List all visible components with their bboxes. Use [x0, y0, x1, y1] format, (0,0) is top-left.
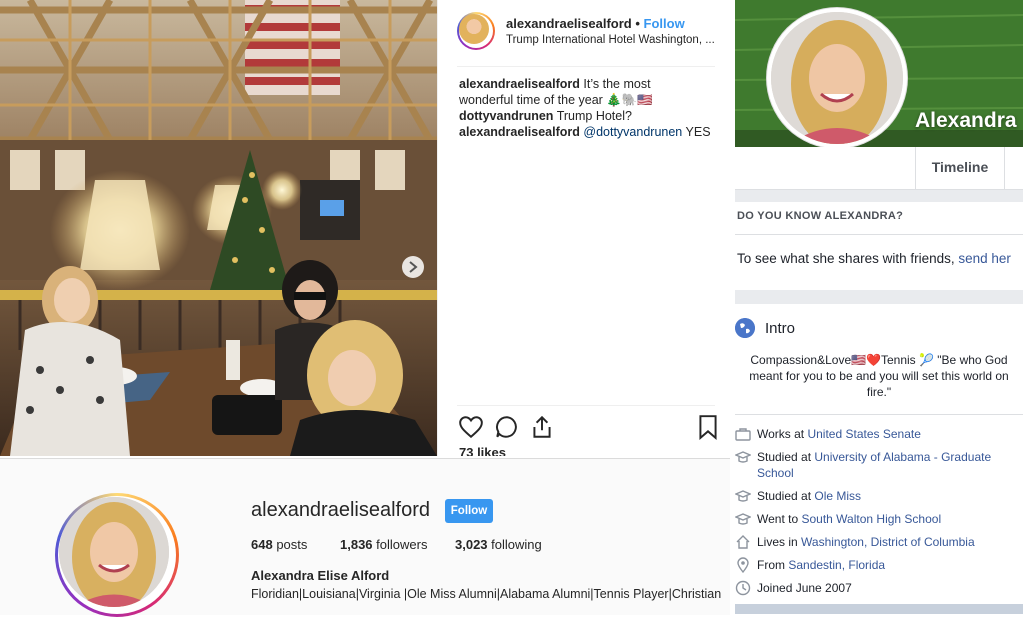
- followers-stat[interactable]: 1,836 followers: [340, 537, 427, 552]
- detail-link[interactable]: Ole Miss: [814, 489, 861, 503]
- graduation-cap-icon: [735, 490, 751, 502]
- profile-bio: Floridian|Louisiana|Virginia |Ole Miss A…: [251, 587, 722, 601]
- likes-count[interactable]: 73 likes: [459, 446, 506, 456]
- comment-text: YES: [685, 125, 711, 139]
- post-photo[interactable]: [0, 0, 437, 456]
- intro-title: Intro: [765, 320, 796, 337]
- detail-prefix: Studied at: [757, 489, 815, 503]
- comment-username[interactable]: alexandraelisealford: [459, 125, 580, 139]
- comment-mention[interactable]: @dottyvandrunen: [583, 125, 682, 139]
- section-separator: [735, 190, 1023, 202]
- graduation-cap-icon: [735, 513, 751, 525]
- detail-text: Joined June 2007: [757, 581, 852, 595]
- detail-link[interactable]: Washington, District of Columbia: [801, 535, 975, 549]
- comment-list: alexandraelisealford It’s the most wonde…: [459, 76, 724, 140]
- divider: [735, 414, 1023, 415]
- facebook-profile-picture[interactable]: [767, 8, 907, 148]
- send-request-link[interactable]: send her: [958, 251, 1011, 266]
- comment: alexandraelisealford @dottyvandrunen YES: [459, 124, 724, 140]
- detail-prefix: From: [757, 558, 789, 572]
- comment-text: It’s the most: [583, 77, 651, 91]
- detail-prefix: Lives in: [757, 535, 802, 549]
- profile-username: alexandraelisealford: [251, 499, 431, 521]
- tab-timeline[interactable]: Timeline: [915, 147, 1005, 189]
- post-header-line: alexandraelisealford • Follow: [506, 16, 685, 31]
- divider: [457, 405, 715, 406]
- home-icon: [736, 535, 750, 549]
- following-stat[interactable]: 3,023 following: [455, 537, 542, 552]
- location-pin-icon: [737, 557, 749, 573]
- following-count: 3,023: [455, 537, 488, 552]
- profile-photo: [59, 497, 169, 607]
- comment: dottyvandrunen Trump Hotel?: [459, 108, 724, 124]
- follow-button[interactable]: Follow: [445, 499, 493, 523]
- detail-prefix: Studied at: [757, 450, 815, 464]
- comment-text-continued: wonderful time of the year 🎄🐘🇺🇸: [459, 93, 653, 107]
- comment: alexandraelisealford It’s the most: [459, 76, 724, 92]
- comment-username[interactable]: alexandraelisealford: [459, 77, 580, 91]
- detail-link[interactable]: United States Senate: [807, 427, 920, 441]
- detail-prefix: Works at: [757, 427, 808, 441]
- detail-link[interactable]: South Walton High School: [801, 512, 941, 526]
- share-icon[interactable]: [529, 414, 555, 440]
- posts-label: posts: [276, 537, 308, 552]
- section-separator: [735, 290, 1023, 304]
- facebook-profile-photo: [771, 12, 903, 144]
- graduation-cap-icon: [735, 451, 751, 463]
- next-photo-arrow: [402, 256, 424, 278]
- cover-name: Alexandra: [915, 109, 1017, 132]
- profile-full-name: Alexandra Elise Alford: [251, 568, 390, 583]
- divider: [457, 66, 715, 67]
- friend-request-prompt: To see what she shares with friends, sen…: [737, 251, 1011, 266]
- posts-count: 648: [251, 537, 273, 552]
- followers-label: followers: [376, 537, 428, 552]
- instagram-profile-header: alexandraelisealford Follow 648 posts 1,…: [0, 458, 730, 617]
- post-author-username[interactable]: alexandraelisealford: [506, 16, 632, 31]
- detail-link[interactable]: Sandestin, Florida: [788, 558, 885, 572]
- detail-prefix: Went to: [757, 512, 802, 526]
- intro-bio: Compassion&Love🇺🇸❤️Tennis 🎾 "Be who God …: [749, 353, 1009, 399]
- know-heading: DO YOU KNOW ALEXANDRA?: [737, 210, 904, 222]
- divider: [735, 234, 1023, 235]
- posts-stat[interactable]: 648 posts: [251, 537, 307, 552]
- globe-icon: [735, 318, 755, 338]
- bookmark-icon[interactable]: [695, 414, 721, 440]
- photos-strip: [735, 604, 1023, 614]
- comment-username[interactable]: dottyvandrunen: [459, 109, 553, 123]
- post-location[interactable]: Trump International Hotel Washington, ..…: [506, 34, 721, 46]
- comment-icon[interactable]: [494, 414, 520, 440]
- hotel-atrium-photo: [0, 0, 437, 456]
- followers-count: 1,836: [340, 537, 373, 552]
- separator-dot: •: [635, 16, 640, 31]
- clock-icon: [735, 580, 751, 596]
- comment-text: Trump Hotel?: [556, 109, 632, 123]
- following-label: following: [491, 537, 542, 552]
- profile-avatar[interactable]: [55, 493, 179, 617]
- follow-link[interactable]: Follow: [644, 16, 685, 31]
- prompt-text: To see what she shares with friends,: [737, 251, 959, 266]
- post-details-panel: alexandraelisealford • Follow Trump Inte…: [437, 0, 731, 456]
- heart-icon[interactable]: [458, 414, 484, 440]
- briefcase-icon: [735, 428, 751, 441]
- post-author-avatar[interactable]: [457, 12, 495, 50]
